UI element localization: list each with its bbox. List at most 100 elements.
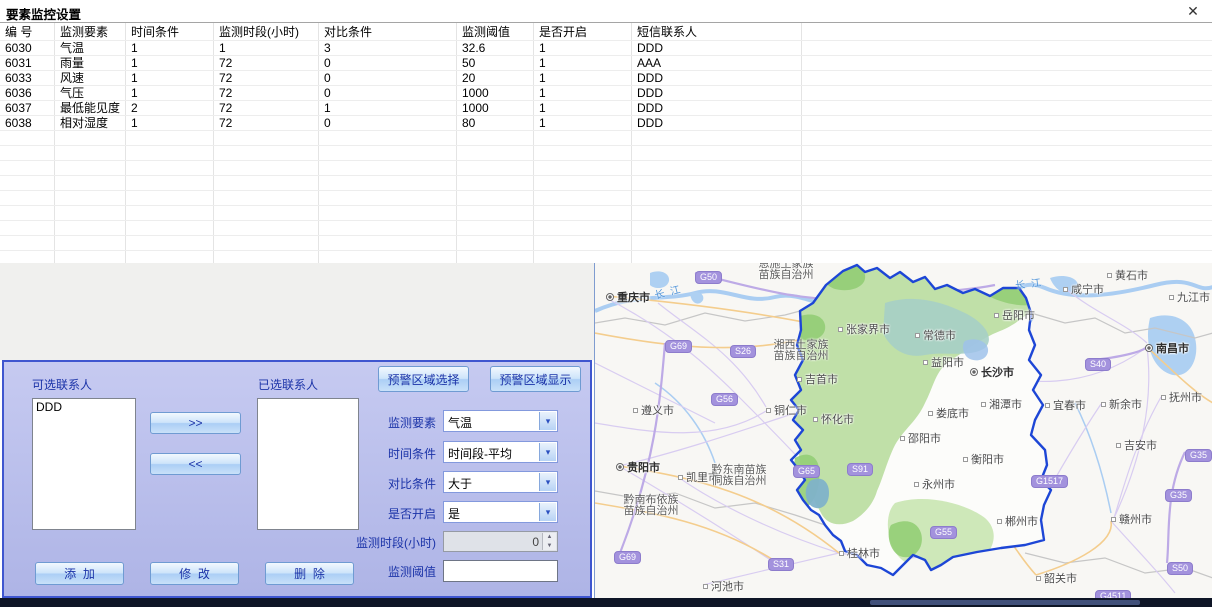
cell <box>632 176 802 191</box>
chevron-down-icon[interactable]: ▾ <box>539 503 556 521</box>
cell <box>534 161 632 176</box>
map-scrollbar[interactable] <box>870 600 1140 605</box>
threshold-input[interactable] <box>443 560 558 582</box>
cell <box>534 236 632 251</box>
cell <box>534 146 632 161</box>
compare-select[interactable]: 大于 ▾ <box>443 471 558 493</box>
cell: AAA <box>632 56 802 71</box>
empty-row[interactable] <box>0 146 1212 161</box>
empty-row[interactable] <box>0 161 1212 176</box>
column-header[interactable]: 监测要素 <box>55 23 126 41</box>
cell: 0 <box>319 71 457 86</box>
cell <box>55 191 126 206</box>
contact-item[interactable]: DDD <box>33 399 135 414</box>
city-marker-icon <box>616 463 624 471</box>
cell: 1 <box>319 101 457 116</box>
cell <box>55 161 126 176</box>
empty-row[interactable] <box>0 206 1212 221</box>
cell <box>214 161 319 176</box>
column-header[interactable]: 是否开启 <box>534 23 632 41</box>
cell: DDD <box>632 101 802 116</box>
column-header[interactable]: 时间条件 <box>126 23 214 41</box>
cell <box>319 206 457 221</box>
available-contacts-label: 可选联系人 <box>32 376 92 393</box>
cell <box>319 161 457 176</box>
close-icon[interactable]: ✕ <box>1182 2 1204 20</box>
element-select[interactable]: 气温 ▾ <box>443 410 558 432</box>
table-row[interactable]: 6037最低能见度272110001DDD <box>0 101 1212 116</box>
chevron-down-icon[interactable]: ▾ <box>539 443 556 461</box>
city-marker-icon <box>997 519 1002 524</box>
city-marker-icon <box>1111 517 1116 522</box>
table-row[interactable]: 6031雨量1720501AAA <box>0 56 1212 71</box>
cell: 0 <box>319 116 457 131</box>
city-marker-icon <box>1169 295 1174 300</box>
move-left-button[interactable]: << <box>150 453 241 475</box>
map-city-label: 益阳市 <box>923 354 964 370</box>
chevron-down-icon[interactable]: ▾ <box>539 412 556 430</box>
cell: 6033 <box>0 71 55 86</box>
empty-row[interactable] <box>0 131 1212 146</box>
modify-button[interactable]: 修 改 <box>150 562 239 585</box>
cell: DDD <box>632 116 802 131</box>
delete-button[interactable]: 删 除 <box>265 562 354 585</box>
city-marker-icon <box>915 333 920 338</box>
cell: 20 <box>457 71 534 86</box>
city-marker-icon <box>981 402 986 407</box>
road-badge: G65 <box>793 465 820 478</box>
map-city-label: 长沙市 <box>970 364 1014 380</box>
table-row[interactable]: 6036气压172010001DDD <box>0 86 1212 101</box>
cell <box>632 206 802 221</box>
city-marker-icon <box>928 411 933 416</box>
time-cond-select[interactable]: 时间段-平均 ▾ <box>443 441 558 463</box>
column-header[interactable]: 对比条件 <box>319 23 457 41</box>
map-city-label: 遵义市 <box>633 402 674 418</box>
empty-row[interactable] <box>0 236 1212 251</box>
map-city-label: 衡阳市 <box>963 451 1004 467</box>
cell <box>0 236 55 251</box>
cell <box>802 221 1212 236</box>
cell: 气温 <box>55 41 126 56</box>
available-contacts-list[interactable]: DDD <box>32 398 136 530</box>
empty-row[interactable] <box>0 221 1212 236</box>
map-view[interactable]: 重庆市黄石市咸宁市九江市岳阳市常德市张家界市吉首市益阳市长沙市南昌市铜仁市怀化市… <box>594 263 1212 600</box>
cell: 1 <box>534 71 632 86</box>
move-right-button[interactable]: >> <box>150 412 241 434</box>
table-row[interactable]: 6030气温11332.61DDD <box>0 41 1212 56</box>
spinner-down-icon[interactable]: ▼ <box>542 542 556 551</box>
warn-area-select-button[interactable]: 预警区域选择 <box>378 366 469 392</box>
table-row[interactable]: 6033风速1720201DDD <box>0 71 1212 86</box>
add-button[interactable]: 添 加 <box>35 562 124 585</box>
spinner-up-icon[interactable]: ▲ <box>542 533 556 542</box>
cell <box>55 206 126 221</box>
cell <box>126 161 214 176</box>
column-header[interactable]: 短信联系人 <box>632 23 802 41</box>
cell: DDD <box>632 41 802 56</box>
cell <box>0 191 55 206</box>
city-marker-icon <box>923 360 928 365</box>
column-header[interactable]: 监测时段(小时) <box>214 23 319 41</box>
cell: 1 <box>534 116 632 131</box>
cell <box>457 146 534 161</box>
city-marker-icon <box>766 408 771 413</box>
enabled-select[interactable]: 是 ▾ <box>443 501 558 523</box>
cell <box>802 116 1212 131</box>
map-region-label: 黔东南苗族侗族自治州 <box>712 465 767 487</box>
period-spinner[interactable]: 0 ▲ ▼ <box>443 531 558 552</box>
cell <box>319 146 457 161</box>
column-header[interactable]: 编 号 <box>0 23 55 41</box>
chevron-down-icon[interactable]: ▾ <box>539 473 556 491</box>
map-city-label: 抚州市 <box>1161 389 1202 405</box>
empty-row[interactable] <box>0 176 1212 191</box>
table-row[interactable]: 6038相对湿度1720801DDD <box>0 116 1212 131</box>
city-marker-icon <box>606 293 614 301</box>
map-city-label: 南昌市 <box>1145 340 1189 356</box>
cell: 1 <box>126 71 214 86</box>
column-header[interactable]: 监测阈值 <box>457 23 534 41</box>
empty-row[interactable] <box>0 191 1212 206</box>
river-label: 长江 <box>1014 273 1048 292</box>
cell <box>632 146 802 161</box>
map-city-label: 常德市 <box>915 327 956 343</box>
cell <box>802 101 1212 116</box>
warn-area-show-button[interactable]: 预警区域显示 <box>490 366 581 392</box>
